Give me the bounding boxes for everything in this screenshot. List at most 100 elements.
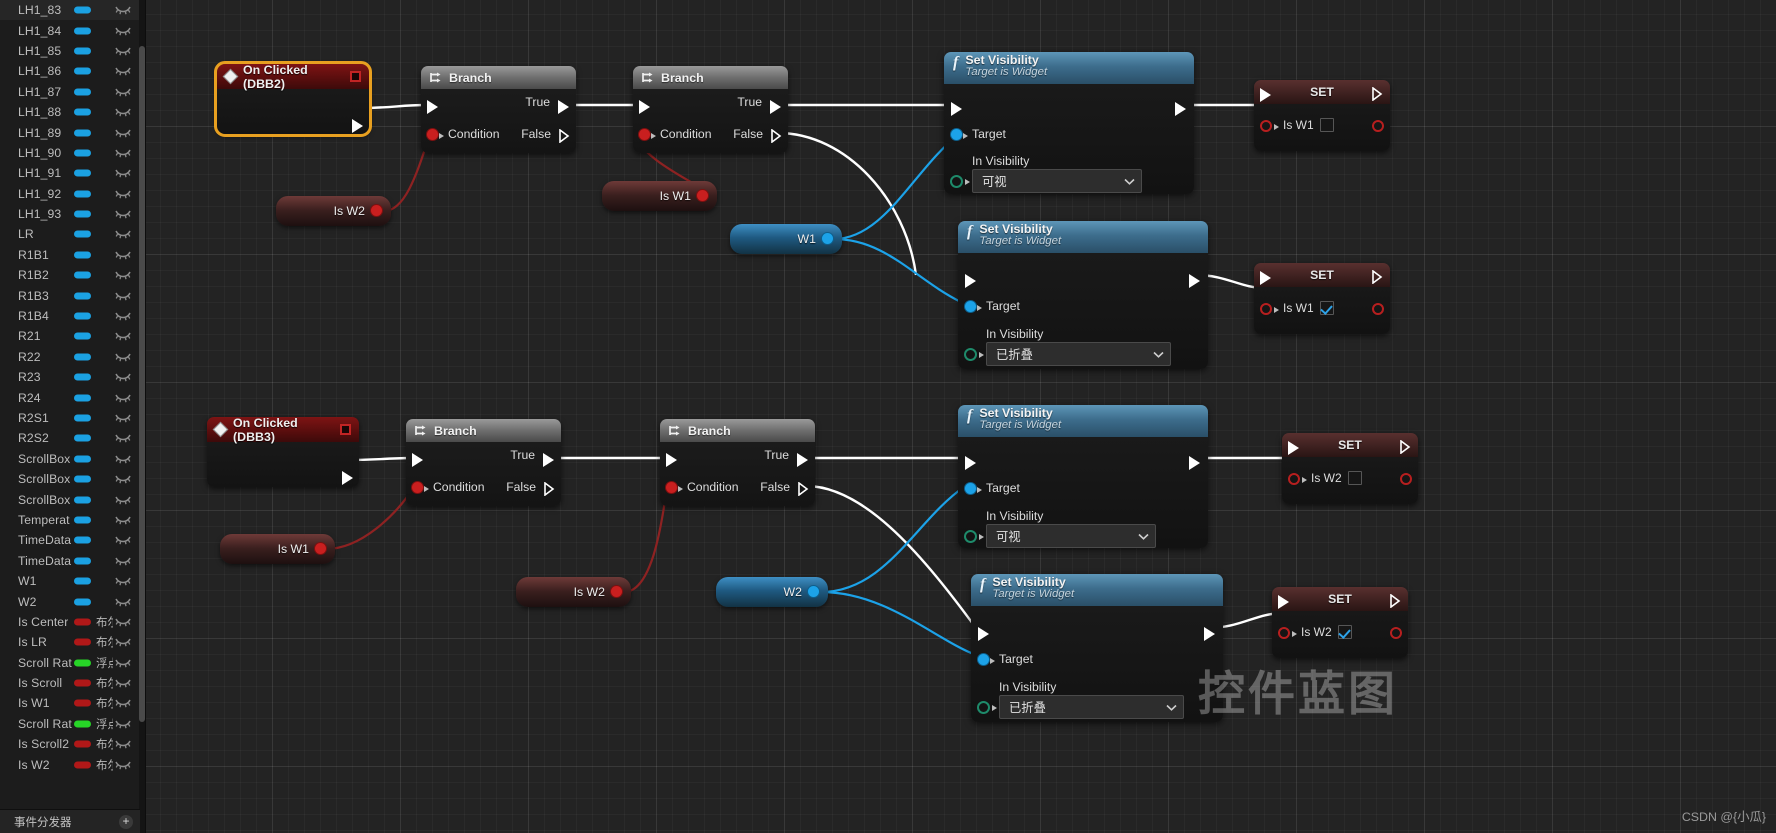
variable-row[interactable]: W1 [0,571,145,591]
event-node-on-clicked-dbb3[interactable]: On Clicked (DBB3) [207,417,359,487]
set-value-output-pin[interactable] [1372,303,1384,315]
eye-closed-icon[interactable] [115,535,131,545]
variable-row[interactable]: LH1_85 [0,41,145,61]
eye-closed-icon[interactable] [115,495,131,505]
eye-closed-icon[interactable] [115,209,131,219]
branch-condition-pin[interactable] [412,482,423,493]
branch-false-exec-pin[interactable] [798,482,809,496]
variable-type-pill[interactable] [74,353,91,361]
eye-closed-icon[interactable] [115,393,131,403]
function-exec-in-pin[interactable] [965,274,976,288]
set-value-input-pin[interactable] [1288,473,1300,485]
delegate-pin-icon[interactable] [350,71,361,82]
variable-row[interactable]: R2S1 [0,408,145,428]
variable-row[interactable]: LH1_86 [0,61,145,81]
variable-row[interactable]: R23 [0,367,145,387]
branch-true-exec-pin[interactable] [770,100,781,114]
getter-output-pin[interactable] [371,205,382,216]
variable-type-pill[interactable] [74,394,91,402]
delegate-pin-icon[interactable] [340,424,351,435]
variable-type-pill[interactable] [74,169,91,177]
variable-type-pill[interactable] [74,434,91,442]
set-exec-out-pin[interactable] [1400,440,1411,454]
variable-row[interactable]: LH1_93 [0,204,145,224]
function-exec-in-pin[interactable] [978,627,989,641]
eye-closed-icon[interactable] [115,148,131,158]
variable-type-pill[interactable] [74,312,91,320]
variable-row[interactable]: R1B2 [0,265,145,285]
set-exec-in-pin[interactable] [1260,271,1271,285]
event-exec-out-pin[interactable] [342,471,353,485]
variable-type-pill[interactable] [74,598,91,606]
function-exec-in-pin[interactable] [951,102,962,116]
variable-type-pill[interactable] [74,455,91,463]
set-value-output-pin[interactable] [1400,473,1412,485]
variable-row[interactable]: R21 [0,326,145,346]
function-exec-out-pin[interactable] [1189,274,1200,288]
event-exec-out-pin[interactable] [352,119,363,133]
branch-node-2[interactable]: Branch True Condition False [633,66,788,153]
getter-output-pin[interactable] [611,586,622,597]
eye-closed-icon[interactable] [115,454,131,464]
function-exec-out-pin[interactable] [1189,456,1200,470]
set-value-input-pin[interactable] [1260,303,1272,315]
set-node-is-w1-true[interactable]: SET Is W1 [1254,263,1390,334]
set-exec-in-pin[interactable] [1278,595,1289,609]
in-visibility-dropdown[interactable]: 已折叠 [986,342,1171,366]
variable-type-pill[interactable] [74,516,91,524]
variable-row[interactable]: Scroll Rat 浮点 [0,714,145,734]
variable-type-pill[interactable] [74,475,91,483]
branch-false-exec-pin[interactable] [771,129,782,143]
in-visibility-enum-pin[interactable] [950,175,963,188]
eye-closed-icon[interactable] [115,413,131,423]
variable-row[interactable]: R22 [0,347,145,367]
set-node-is-w2-false[interactable]: SET Is W2 [1282,433,1418,504]
getter-output-pin[interactable] [697,190,708,201]
branch-exec-in-pin[interactable] [427,100,438,114]
variable-row[interactable]: ScrollBox [0,449,145,469]
function-exec-out-pin[interactable] [1175,102,1186,116]
variable-type-pill[interactable] [74,679,91,687]
variable-row[interactable]: LH1_83 [0,0,145,21]
set-value-checkbox[interactable] [1338,625,1352,639]
eye-closed-icon[interactable] [115,26,131,36]
set-exec-in-pin[interactable] [1288,441,1299,455]
branch-condition-pin[interactable] [666,482,677,493]
set-value-checkbox[interactable] [1320,118,1334,132]
eye-closed-icon[interactable] [115,372,131,382]
eye-closed-icon[interactable] [115,433,131,443]
variable-type-pill[interactable] [74,557,91,565]
eye-closed-icon[interactable] [115,291,131,301]
set-value-output-pin[interactable] [1390,627,1402,639]
variable-row[interactable]: LH1_90 [0,143,145,163]
variable-type-pill[interactable] [74,210,91,218]
eye-closed-icon[interactable] [115,739,131,749]
getter-output-pin[interactable] [315,543,326,554]
getter-node-is-w2-bottom[interactable]: Is W2 [516,577,631,607]
set-exec-out-pin[interactable] [1390,594,1401,608]
getter-output-pin[interactable] [822,233,833,244]
eye-closed-icon[interactable] [115,331,131,341]
eye-closed-icon[interactable] [115,128,131,138]
variable-type-pill[interactable] [74,190,91,198]
eye-closed-icon[interactable] [115,229,131,239]
getter-node-w1[interactable]: W1 [730,224,842,254]
set-visibility-node-2[interactable]: f Set Visibility Target is Widget Target… [958,221,1208,369]
variable-row[interactable]: Is Scroll 布尔 [0,673,145,693]
branch-node-1[interactable]: Branch True Condition False [421,66,576,153]
in-visibility-dropdown[interactable]: 已折叠 [999,695,1184,719]
in-visibility-enum-pin[interactable] [964,530,977,543]
eye-closed-icon[interactable] [115,597,131,607]
variable-row[interactable]: TimeData [0,551,145,571]
variable-type-pill[interactable] [74,536,91,544]
variable-row[interactable]: Is Center 布尔 [0,612,145,632]
variable-row[interactable]: LH1_88 [0,102,145,122]
variable-type-pill[interactable] [74,761,91,769]
getter-node-is-w1-bottom[interactable]: Is W1 [220,534,335,564]
branch-condition-pin[interactable] [639,129,650,140]
variable-row[interactable]: Is Scroll2 布尔 [0,734,145,754]
set-visibility-node-3[interactable]: f Set Visibility Target is Widget Target… [958,405,1208,548]
eye-closed-icon[interactable] [115,352,131,362]
variable-row[interactable]: LH1_87 [0,82,145,102]
variable-row[interactable]: ScrollBox [0,469,145,489]
